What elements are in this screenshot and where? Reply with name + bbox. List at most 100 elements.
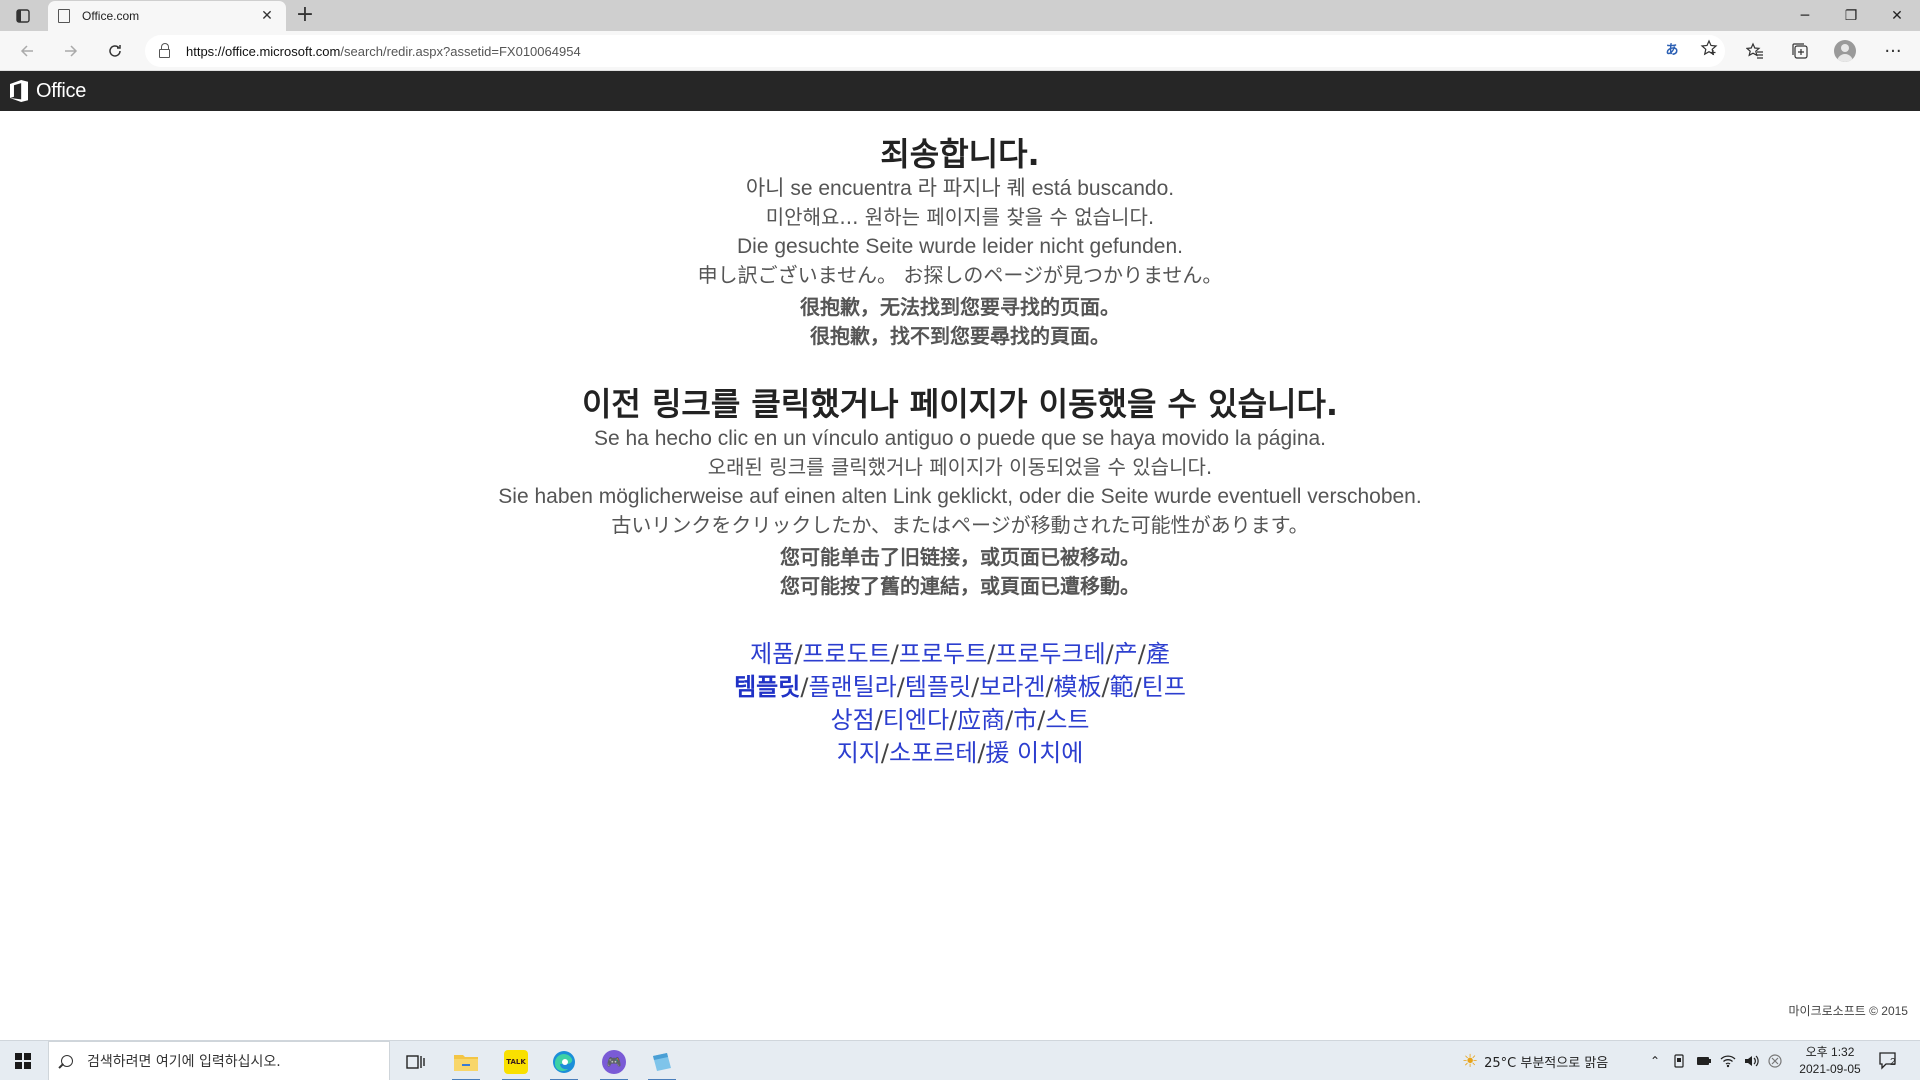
link-store-3[interactable]: 市 (1013, 706, 1037, 734)
support-links-row: 지지/소포르테/援 이치에 (836, 739, 1084, 767)
more-options-icon[interactable]: ··· (1880, 39, 1906, 63)
taskbar-search-placeholder: 검색하려면 여기에 입력하십시오. (87, 1054, 281, 1070)
url-path: /search/redir.aspx?assetid=FX010064954 (340, 43, 581, 59)
copyright-text: 마이크로소프트 © 2015 (1788, 1004, 1909, 1018)
moved-line-de: Sie haben möglicherweise auf einen alten… (498, 485, 1422, 508)
ime-status-icon[interactable] (1768, 1041, 1782, 1080)
link-store-1[interactable]: 티엔다 (883, 706, 949, 734)
address-bar[interactable]: https://office.microsoft.com/search/redi… (145, 35, 1725, 67)
sorry-line-ja: 申し訳ございません。 お探しのページが見つかりません。 (697, 263, 1223, 287)
link-products-3[interactable]: 프로두크테 (995, 640, 1105, 668)
task-view-button[interactable] (396, 1045, 436, 1079)
browser-tab-office[interactable]: Office.com ✕ (48, 1, 286, 31)
window-close-button[interactable]: ✕ (1874, 0, 1920, 31)
battery-icon[interactable] (1696, 1041, 1712, 1080)
translate-icon[interactable]: あ (1659, 37, 1685, 59)
link-store-4[interactable]: 스트 (1045, 706, 1089, 734)
moved-line-ja: 古いリンクをクリックしたか、またはページが移動された可能性があります。 (611, 513, 1309, 537)
collections-icon[interactable] (1787, 39, 1813, 63)
sorry-line-de: Die gesuchte Seite wurde leider nicht ge… (737, 235, 1183, 258)
sorry-line-es: 아니 se encuentra 라 파지나 퀘 está buscando. (745, 177, 1175, 200)
window-minimize-button[interactable]: ─ (1782, 0, 1828, 31)
link-templates-0[interactable]: 템플릿 (734, 673, 800, 701)
browser-tab-strip: Office.com ✕ + ─ ❐ ✕ (0, 0, 1920, 31)
moved-line-zh-cn: 您可能单击了旧链接，或页面已被移动。 (780, 545, 1140, 569)
kakaotalk-button[interactable]: TALK (496, 1045, 536, 1080)
favorites-icon[interactable] (1742, 39, 1768, 63)
office-logo-icon[interactable] (10, 80, 28, 102)
link-support-1[interactable]: 소포르테 (889, 739, 977, 767)
refresh-icon (109, 45, 121, 57)
weather-text: 25°C 부분적으로 맑음 (1484, 1055, 1609, 1071)
office-brand[interactable]: Office (36, 80, 86, 103)
add-favorite-icon[interactable] (1696, 37, 1722, 59)
task-view-icon (406, 1055, 425, 1069)
clock-date: 2021-09-05 (1799, 1062, 1861, 1076)
link-products-2[interactable]: 프로두트 (899, 640, 987, 668)
back-button[interactable] (14, 39, 40, 63)
tray-show-hidden-button[interactable]: ⌃ (1650, 1041, 1660, 1080)
moved-line-es: Se ha hecho clic en un vínculo antiguo o… (593, 427, 1327, 450)
weather-widget[interactable]: ☀ 25°C 부분적으로 맑음 (1462, 1041, 1608, 1080)
link-store-0[interactable]: 상점 (831, 706, 875, 734)
windows-taskbar: 검색하려면 여기에 입력하십시오. TALK 🎮 ☀ 25°C 부분적으로 맑음… (0, 1040, 1920, 1080)
tab-close-button[interactable]: ✕ (258, 8, 276, 24)
link-support-0[interactable]: 지지 (837, 739, 881, 767)
browser-toolbar: https://office.microsoft.com/search/redi… (0, 31, 1920, 71)
folder-icon (454, 1055, 478, 1071)
link-templates-2[interactable]: 템플릿 (905, 673, 971, 701)
link-templates-5[interactable]: 範 (1110, 673, 1134, 701)
taskbar-search-box[interactable]: 검색하려면 여기에 입력하십시오. (48, 1041, 390, 1080)
new-tab-button[interactable]: + (292, 3, 318, 29)
kakaotalk-icon: TALK (504, 1050, 528, 1074)
store-links-row: 상점/티엔다/应商/市/스트 (830, 706, 1090, 734)
weather-sun-icon: ☀ (1462, 1050, 1479, 1072)
moved-section: 이전 링크를 클릭했거나 페이지가 이동했을 수 있습니다. Se ha hec… (0, 384, 1920, 601)
edge-browser-button[interactable] (544, 1045, 584, 1080)
refresh-button[interactable] (102, 39, 128, 63)
notification-center-button[interactable]: 2 (1876, 1049, 1902, 1073)
link-products-0[interactable]: 제품 (750, 640, 794, 668)
notepad-app-button[interactable] (642, 1045, 682, 1080)
link-templates-3[interactable]: 보라겐 (979, 673, 1045, 701)
game-app-button[interactable]: 🎮 (594, 1045, 634, 1080)
file-explorer-button[interactable] (446, 1045, 486, 1080)
window-restore-button[interactable]: ❐ (1828, 0, 1874, 31)
link-support-2[interactable]: 援 이치에 (985, 739, 1083, 767)
moved-line-ko: 오래된 링크를 클릭했거나 페이지가 이동되었을 수 있습니다. (707, 455, 1213, 479)
sorry-line-zh-cn: 很抱歉，无法找到您要寻找的页面。 (800, 295, 1120, 319)
search-icon (61, 1055, 73, 1067)
link-products-5[interactable]: 產 (1146, 640, 1170, 668)
url-host: https://office.microsoft.com (186, 43, 341, 59)
forward-button[interactable] (58, 39, 84, 63)
templates-links-row: 템플릿/플랜틸라/템플릿/보라겐/模板/範/틴프 (734, 673, 1186, 701)
link-store-2[interactable]: 应商 (957, 706, 1005, 734)
tab-actions-icon (16, 9, 30, 23)
moved-heading: 이전 링크를 클릭했거나 페이지가 이동했을 수 있습니다. (581, 385, 1339, 423)
lock-icon (159, 42, 170, 58)
tab-actions-button[interactable] (10, 5, 36, 27)
link-templates-4[interactable]: 模板 (1054, 673, 1102, 701)
gamepad-icon: 🎮 (602, 1050, 626, 1074)
speaker-icon[interactable] (1744, 1041, 1760, 1080)
moved-line-zh-tw: 您可能按了舊的連結，或頁面已遭移動。 (780, 574, 1140, 598)
wifi-icon[interactable] (1720, 1041, 1736, 1080)
edge-icon (553, 1051, 575, 1073)
link-products-1[interactable]: 프로도트 (802, 640, 890, 668)
sorry-heading: 죄송합니다. (880, 135, 1040, 173)
start-button[interactable] (0, 1041, 46, 1080)
link-products-4[interactable]: 产 (1114, 640, 1138, 668)
windows-logo-icon (15, 1053, 31, 1069)
url-text: https://office.microsoft.com/search/redi… (186, 44, 581, 59)
link-templates-1[interactable]: 플랜틸라 (808, 673, 896, 701)
sorry-line-ko: 미안해요... 원하는 페이지를 찾을 수 없습니다. (765, 205, 1155, 229)
notification-count: 2 (1890, 1057, 1896, 1068)
taskbar-clock[interactable]: 오후 1:32 2021-09-05 (1790, 1044, 1870, 1078)
arrow-right-icon (65, 45, 78, 57)
page-icon (58, 9, 70, 23)
link-templates-6[interactable]: 틴프 (1142, 673, 1186, 701)
clock-time: 오후 1:32 (1805, 1045, 1855, 1059)
tray-device-icon[interactable] (1672, 1041, 1686, 1080)
office-header: Office (0, 71, 1920, 111)
profile-avatar[interactable] (1834, 40, 1856, 62)
